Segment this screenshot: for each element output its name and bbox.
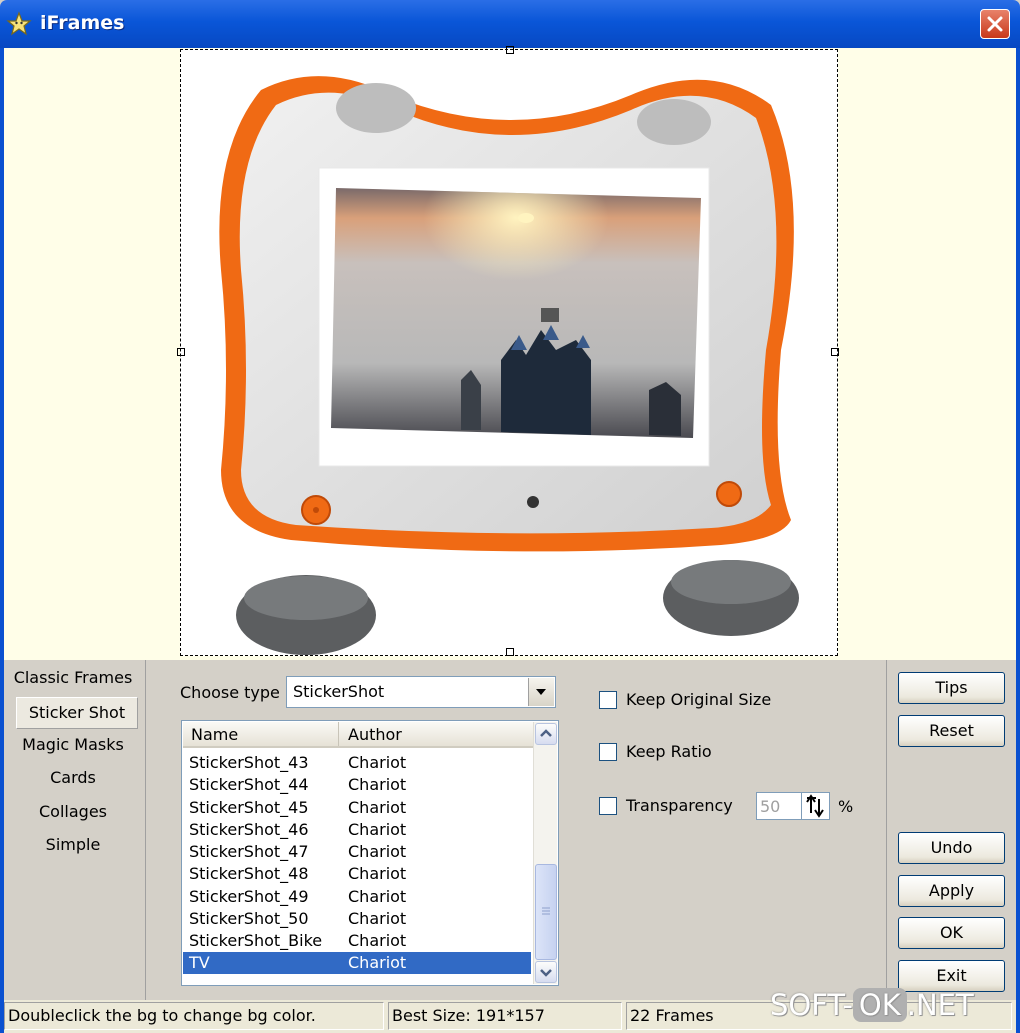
row-name: StickerShot_46 [189, 820, 309, 839]
choose-type-value: StickerShot [293, 682, 385, 701]
category-simple[interactable]: Simple [8, 835, 138, 854]
list-scrollbar[interactable] [533, 722, 557, 984]
resize-handle-bottom[interactable] [506, 648, 514, 656]
transparency-label: Transparency [626, 796, 733, 815]
list-row[interactable]: StickerShot_46 Chariot [183, 819, 531, 841]
window-title: iFrames [40, 12, 125, 34]
tv-frame-image [219, 76, 799, 655]
category-cards[interactable]: Cards [8, 768, 138, 787]
list-row[interactable]: StickerShot_45 Chariot [183, 797, 531, 819]
row-author: Chariot [348, 909, 407, 928]
row-name: StickerShot_43 [189, 753, 309, 772]
list-row[interactable]: StickerShot_49 Chariot [183, 886, 531, 908]
chevron-down-icon [540, 969, 552, 977]
resize-handle-left[interactable] [177, 348, 185, 356]
star-app-icon [6, 11, 32, 36]
row-author: Chariot [348, 775, 407, 794]
scroll-up-button[interactable] [535, 723, 557, 745]
spinner-buttons[interactable] [801, 793, 829, 819]
percent-label: % [838, 797, 854, 816]
list-row[interactable]: StickerShot_50 Chariot [183, 908, 531, 930]
watermark: SOFT- OK .NET [770, 988, 974, 1022]
choose-type-label: Choose type [180, 683, 280, 702]
category-classic-frames[interactable]: Classic Frames [8, 668, 138, 687]
row-author: Chariot [348, 953, 407, 972]
up-down-arrows-icon [806, 794, 824, 818]
title-bar[interactable]: iFrames [0, 0, 1020, 48]
apply-button[interactable]: Apply [898, 875, 1005, 907]
list-row[interactable]: StickerShot_48 Chariot [183, 863, 531, 885]
transparency-checkbox[interactable] [599, 797, 617, 815]
scroll-down-button[interactable] [535, 961, 557, 983]
watermark-left: SOFT- [770, 988, 853, 1022]
undo-button[interactable]: Undo [898, 832, 1005, 864]
chevron-up-icon [540, 729, 552, 737]
list-row[interactable]: StickerShot_Bike Chariot [183, 930, 531, 952]
category-sticker-shot[interactable]: Sticker Shot [16, 697, 138, 729]
column-header-author[interactable]: Author [340, 722, 530, 746]
close-icon [987, 16, 1003, 32]
status-hint: Doubleclick the bg to change bg color. [4, 1002, 384, 1030]
button-panel [886, 660, 1016, 1000]
list-header: Name Author [183, 722, 533, 748]
row-name: StickerShot_50 [189, 909, 309, 928]
row-author: Chariot [348, 842, 407, 861]
status-best-size: Best Size: 191*157 [388, 1002, 622, 1030]
ok-button[interactable]: OK [898, 917, 1005, 949]
grip-icon [542, 907, 550, 915]
watermark-right: .NET [906, 988, 974, 1022]
list-row[interactable]: StickerShot_44 Chariot [183, 774, 531, 796]
resize-handle-top[interactable] [506, 46, 514, 54]
category-collages[interactable]: Collages [8, 802, 138, 821]
transparency-value: 50 [760, 797, 781, 816]
row-author: Chariot [348, 887, 407, 906]
category-magic-masks[interactable]: Magic Masks [8, 735, 138, 754]
transparency-spinner[interactable]: 50 [756, 792, 830, 820]
row-author: Chariot [348, 798, 407, 817]
keep-original-size-checkbox[interactable] [599, 691, 617, 709]
keep-original-size-label: Keep Original Size [626, 690, 772, 709]
close-button[interactable] [980, 9, 1010, 39]
row-author: Chariot [348, 820, 407, 839]
watermark-mid: OK [852, 988, 907, 1022]
reset-button[interactable]: Reset [898, 715, 1005, 747]
row-name: StickerShot_48 [189, 864, 309, 883]
choose-type-select[interactable]: StickerShot [286, 676, 556, 708]
tips-button[interactable]: Tips [898, 672, 1005, 704]
row-name: StickerShot_45 [189, 798, 309, 817]
row-name: StickerShot_49 [189, 887, 309, 906]
row-name: StickerShot_47 [189, 842, 309, 861]
dropdown-button[interactable] [528, 678, 554, 706]
frame-preview[interactable] [177, 46, 839, 656]
keep-ratio-label: Keep Ratio [626, 742, 712, 761]
row-name: TV [189, 953, 210, 972]
keep-ratio-checkbox[interactable] [599, 743, 617, 761]
scroll-thumb[interactable] [535, 864, 557, 960]
frame-list[interactable]: Name Author StickerShot_43 Chariot Sticke… [181, 720, 559, 986]
row-name: StickerShot_44 [189, 775, 309, 794]
row-name: StickerShot_Bike [189, 931, 323, 950]
row-author: Chariot [348, 931, 407, 950]
column-header-name[interactable]: Name [183, 722, 339, 746]
list-row[interactable]: StickerShot_47 Chariot [183, 841, 531, 863]
window-border-right [1016, 48, 1020, 1033]
row-author: Chariot [348, 864, 407, 883]
chevron-down-icon [536, 689, 546, 695]
resize-handle-right[interactable] [831, 348, 839, 356]
list-row[interactable]: StickerShot_43 Chariot [183, 752, 531, 774]
list-row-selected[interactable]: TV Chariot [183, 952, 531, 974]
row-author: Chariot [348, 753, 407, 772]
